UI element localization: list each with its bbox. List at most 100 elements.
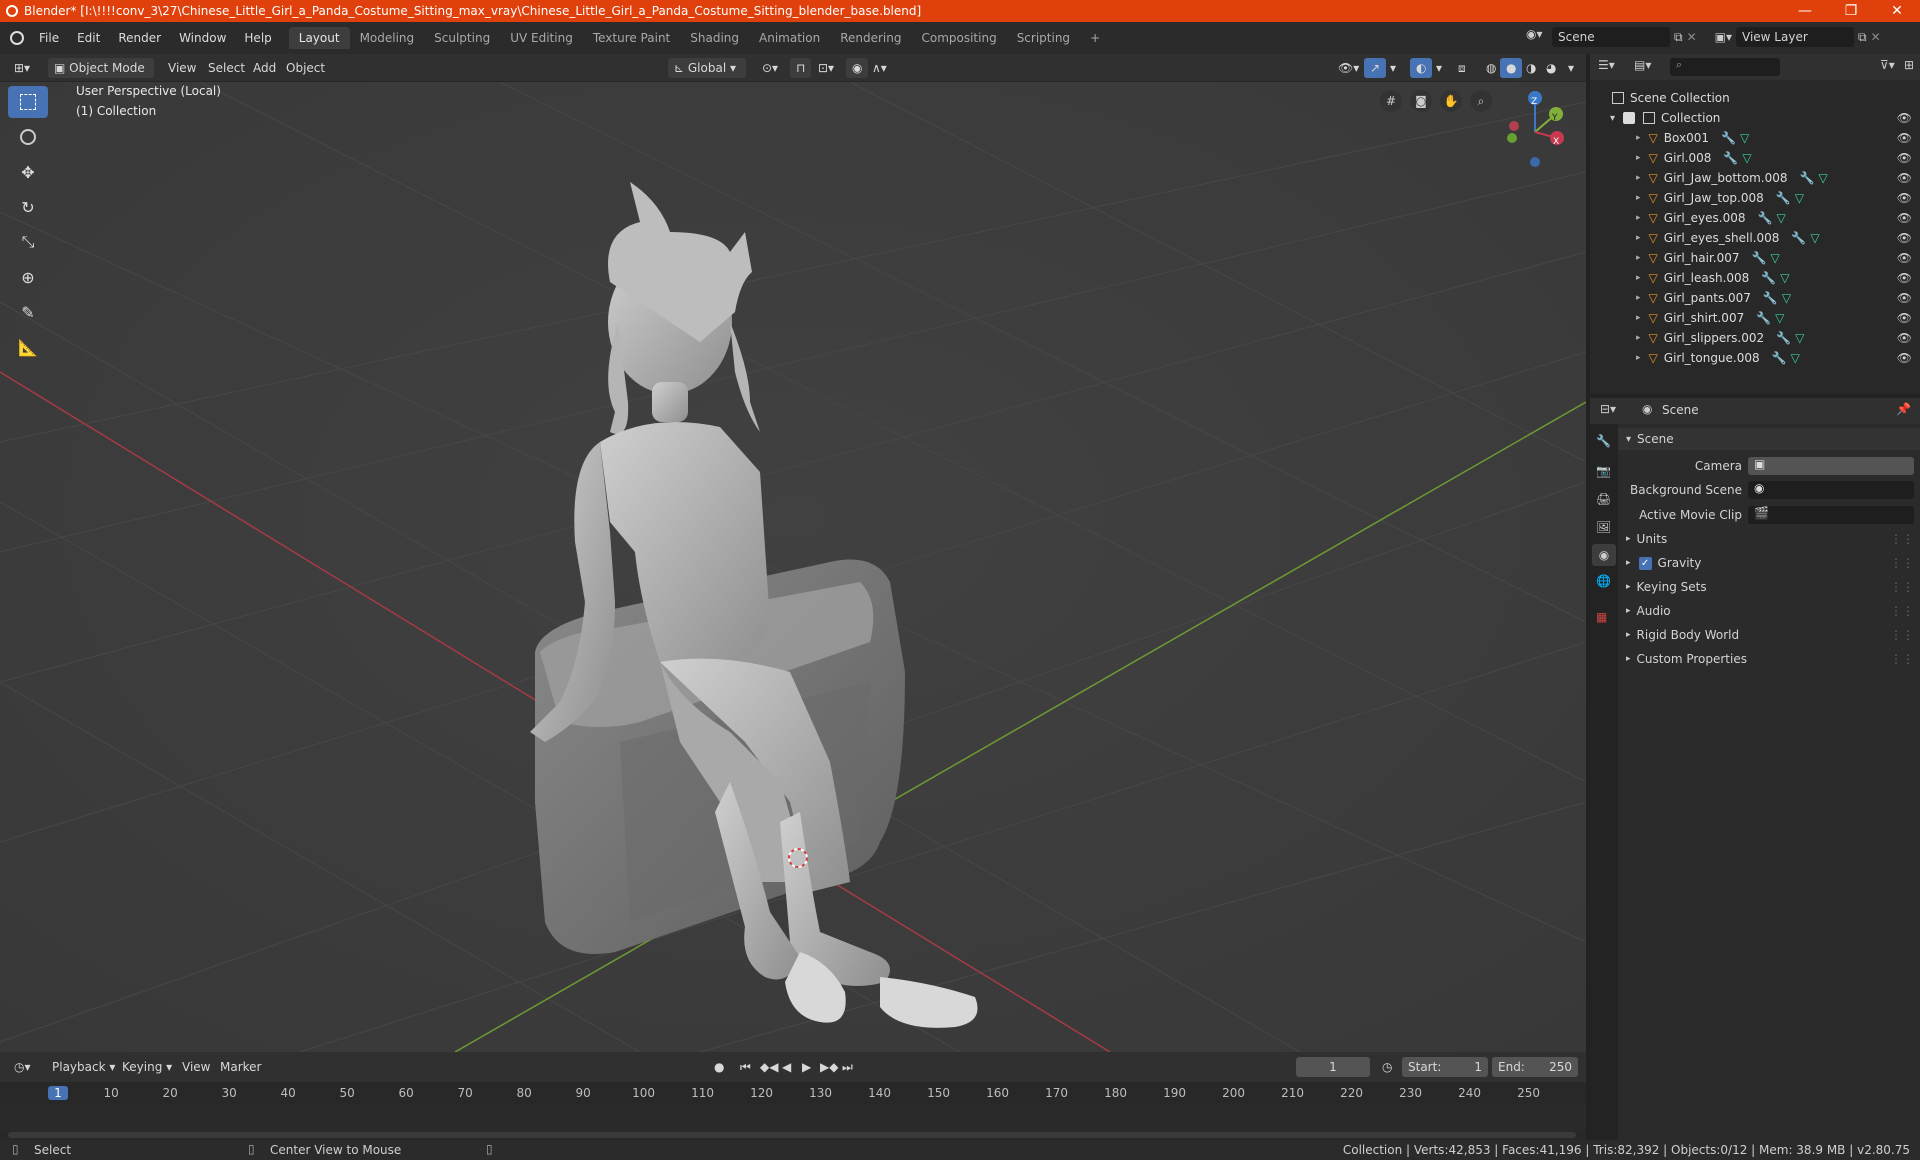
transform-orientation-dropdown[interactable]: ⊾ Global ▾ (668, 58, 746, 78)
play-reverse-button[interactable]: ◀ (776, 1057, 797, 1077)
mesh-data-icon[interactable]: ▽ (1776, 211, 1785, 225)
pivot-point-icon[interactable]: ⊙▾ (756, 58, 784, 78)
menu-help[interactable]: Help (235, 27, 280, 49)
subpanel-custom-properties[interactable]: ▸ Custom Properties ⋮⋮ (1618, 648, 1920, 670)
pin-icon[interactable]: 📌 (1896, 402, 1911, 416)
drag-handle-icon[interactable]: ⋮⋮ (1890, 532, 1914, 546)
drag-handle-icon[interactable]: ⋮⋮ (1890, 604, 1914, 618)
scene-icon[interactable]: ◉▾ (1526, 27, 1548, 47)
eye-icon[interactable]: 👁 (1897, 191, 1912, 205)
tab-sculpting[interactable]: Sculpting (424, 27, 500, 49)
mesh-data-icon[interactable]: ▽ (1795, 191, 1804, 205)
new-scene-icon[interactable]: ⧉ (1674, 30, 1683, 45)
tab-compositing[interactable]: Compositing (911, 27, 1006, 49)
outliner-object-row[interactable]: ▸ ▽ Girl.008 🔧 ▽ 👁 (1590, 148, 1920, 168)
expand-arrow-icon[interactable]: ▸ (1636, 173, 1641, 183)
outliner-object-row[interactable]: ▸ ▽ Girl_hair.007 🔧 ▽ 👁 (1590, 248, 1920, 268)
subpanel-units[interactable]: ▸ Units ⋮⋮ (1618, 528, 1920, 550)
menu-marker[interactable]: Marker (214, 1057, 267, 1077)
close-button[interactable]: ✕ (1874, 0, 1920, 22)
xray-toggle-icon[interactable]: ⧈ (1452, 58, 1472, 78)
outliner-object-row[interactable]: ▸ ▽ Girl_tongue.008 🔧 ▽ 👁 (1590, 348, 1920, 368)
pan-hand-icon[interactable]: ✋ (1440, 90, 1462, 112)
modifier-icon[interactable]: 🔧 (1772, 351, 1787, 365)
eye-icon[interactable]: 👁 (1897, 311, 1912, 325)
expand-arrow-icon[interactable]: ▸ (1636, 333, 1641, 343)
menu-edit[interactable]: Edit (68, 27, 109, 49)
rotate-tool-icon[interactable]: ↻ (8, 191, 48, 223)
current-frame-field[interactable]: 1 (1296, 1057, 1370, 1077)
tab-texture-paint[interactable]: Texture Paint (583, 27, 680, 49)
scene-panel-header[interactable]: ▾ Scene (1618, 428, 1920, 450)
active-movie-clip-field[interactable]: 🎬 (1748, 506, 1914, 524)
frame-ruler[interactable]: 1 10 20 30 40 50 60 70 80 90 100 110 120 130 140 150 160… (0, 1082, 1586, 1132)
snap-target-icon[interactable]: ⊡▾ (812, 58, 840, 78)
modifier-icon[interactable]: 🔧 (1752, 251, 1767, 265)
transform-tool-icon[interactable]: ⊕ (8, 261, 48, 293)
eye-icon[interactable]: 👁 (1897, 291, 1912, 305)
mesh-data-icon[interactable]: ▽ (1742, 151, 1751, 165)
drag-handle-icon[interactable]: ⋮⋮ (1890, 556, 1914, 570)
scene-tab-icon[interactable]: ◉ (1592, 544, 1616, 566)
outliner-object-row[interactable]: ▸ ▽ Girl_eyes.008 🔧 ▽ 👁 (1590, 208, 1920, 228)
editor-type-icon[interactable]: ⊞▾ (8, 58, 36, 78)
tab-shading[interactable]: Shading (680, 27, 749, 49)
mesh-data-icon[interactable]: ▽ (1770, 251, 1779, 265)
cursor-tool-icon[interactable] (8, 121, 48, 153)
mesh-data-icon[interactable]: ▽ (1795, 331, 1804, 345)
expand-arrow-icon[interactable]: ▸ (1636, 353, 1641, 363)
expand-arrow-icon[interactable]: ▸ (1636, 193, 1641, 203)
eye-icon[interactable]: 👁 (1897, 331, 1912, 345)
modifier-icon[interactable]: 🔧 (1723, 151, 1738, 165)
menu-view[interactable]: View (162, 58, 202, 78)
eye-icon[interactable]: 👁 (1897, 131, 1912, 145)
outliner-object-row[interactable]: ▸ ▽ Girl_leash.008 🔧 ▽ 👁 (1590, 268, 1920, 288)
drag-handle-icon[interactable]: ⋮⋮ (1890, 652, 1914, 666)
new-collection-icon[interactable]: ⊞ (1904, 58, 1914, 72)
menu-timeline-view[interactable]: View (176, 1057, 216, 1077)
camera-field[interactable]: ▣ (1748, 457, 1914, 475)
eye-icon[interactable]: 👁 (1897, 151, 1912, 165)
outliner-scene-collection[interactable]: Scene Collection (1590, 88, 1920, 108)
eye-icon[interactable]: 👁 (1897, 171, 1912, 185)
preview-range-icon[interactable]: ◷ (1376, 1057, 1398, 1077)
timeline-scrollbar[interactable] (8, 1132, 1576, 1138)
outliner-search-input[interactable]: ⌕ (1670, 58, 1780, 76)
new-view-layer-icon[interactable]: ⧉ (1858, 30, 1867, 45)
blender-menu-icon[interactable] (10, 31, 24, 45)
drag-handle-icon[interactable]: ⋮⋮ (1890, 628, 1914, 642)
visibility-icon[interactable]: 👁▾ (1332, 58, 1365, 78)
overlay-dropdown-icon[interactable]: ▾ (1430, 58, 1448, 78)
expand-arrow-icon[interactable]: ▸ (1636, 153, 1641, 163)
eye-icon[interactable]: 👁 (1897, 251, 1912, 265)
expand-arrow-icon[interactable]: ▸ (1636, 133, 1641, 143)
camera-view-icon[interactable]: ◙ (1410, 90, 1432, 112)
maximize-button[interactable]: ❐ (1828, 0, 1874, 22)
eye-icon[interactable]: 👁 (1897, 271, 1912, 285)
modifier-icon[interactable]: 🔧 (1756, 311, 1771, 325)
end-frame-field[interactable]: End: 250 (1492, 1057, 1578, 1077)
outliner-object-row[interactable]: ▸ ▽ Girl_shirt.007 🔧 ▽ 👁 (1590, 308, 1920, 328)
expand-arrow-icon[interactable]: ▸ (1636, 233, 1641, 243)
outliner-object-row[interactable]: ▸ ▽ Girl_eyes_shell.008 🔧 ▽ 👁 (1590, 228, 1920, 248)
view-layer-field[interactable]: View Layer (1736, 27, 1855, 47)
move-tool-icon[interactable]: ✥ (8, 156, 48, 188)
grid-view-icon[interactable]: # (1380, 90, 1402, 112)
outliner-object-row[interactable]: ▸ ▽ Girl_pants.007 🔧 ▽ 👁 (1590, 288, 1920, 308)
tool-tab-icon[interactable]: 🔧 (1596, 434, 1611, 448)
menu-select[interactable]: Select (202, 58, 251, 78)
mesh-data-icon[interactable]: ▽ (1780, 271, 1789, 285)
subpanel-audio[interactable]: ▸ Audio ⋮⋮ (1618, 600, 1920, 622)
mesh-data-icon[interactable]: ▽ (1810, 231, 1819, 245)
outliner-collection[interactable]: ▾ Collection 👁 (1590, 108, 1920, 128)
gizmo-toggle-icon[interactable]: ↗ (1364, 58, 1387, 78)
modifier-icon[interactable]: 🔧 (1776, 191, 1791, 205)
tab-rendering[interactable]: Rendering (830, 27, 911, 49)
rendered-shading-icon[interactable]: ◕ (1540, 58, 1562, 78)
gravity-checkbox[interactable]: ✓ (1638, 556, 1652, 570)
menu-window[interactable]: Window (170, 27, 235, 49)
mesh-data-icon[interactable]: ▽ (1775, 311, 1784, 325)
add-workspace-button[interactable]: + (1080, 27, 1110, 49)
mesh-data-icon[interactable]: ▽ (1782, 291, 1791, 305)
texture-tab-icon[interactable]: ▦ (1596, 610, 1607, 624)
